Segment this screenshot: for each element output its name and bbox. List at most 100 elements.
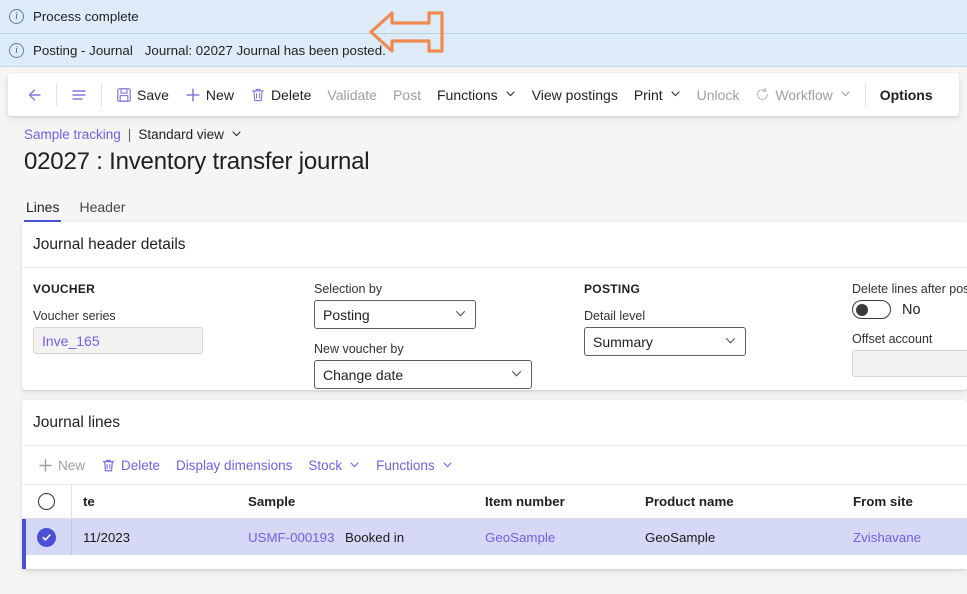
- row-select-cell: [22, 519, 72, 555]
- table-row[interactable]: 11/2023 USMF-000193 Booked in GeoSample …: [22, 519, 967, 555]
- notification-title: Process complete: [33, 9, 139, 24]
- voucher-series-input[interactable]: Inve_165: [33, 327, 203, 354]
- column-header-date[interactable]: te: [72, 494, 237, 509]
- view-selector[interactable]: Standard view: [138, 127, 242, 142]
- lines-stock-menu-button[interactable]: Stock: [300, 451, 368, 479]
- delete-lines-after-posting-toggle-row: No: [852, 300, 967, 319]
- column-header-from-site[interactable]: From site: [842, 494, 967, 509]
- delete-button[interactable]: Delete: [242, 79, 319, 110]
- notification-bar: i Process complete i Posting - Journal J…: [0, 0, 967, 67]
- lines-command-label: Display dimensions: [176, 457, 293, 473]
- new-voucher-by-label: New voucher by: [314, 342, 404, 356]
- save-icon: [116, 87, 132, 103]
- offset-account-input[interactable]: [852, 350, 967, 377]
- offset-account-label: Offset account: [852, 332, 933, 346]
- cell-from-site[interactable]: Zvishavane: [842, 530, 967, 545]
- voucher-series-label: Voucher series: [33, 309, 116, 323]
- journal-header-details-title: Journal header details: [22, 222, 967, 268]
- back-button[interactable]: [18, 79, 50, 110]
- cell-sample[interactable]: USMF-000193: [237, 530, 334, 545]
- lines-new-button: New: [30, 451, 93, 479]
- notification-title: Posting - Journal: [33, 42, 133, 58]
- tab-list: Lines Header: [24, 197, 943, 222]
- command-label: Unlock: [696, 86, 740, 103]
- row-checkbox-checked[interactable]: [37, 527, 56, 547]
- new-voucher-by-select[interactable]: Change date: [314, 360, 532, 389]
- tab-header[interactable]: Header: [77, 197, 127, 222]
- chevron-down-icon: [505, 88, 516, 101]
- delete-lines-after-posting-toggle[interactable]: [852, 300, 891, 319]
- chevron-down-icon: [670, 88, 681, 101]
- plus-icon: [185, 87, 201, 103]
- journal-header-details-card: Journal header details VOUCHER Voucher s…: [22, 222, 967, 390]
- voucher-group-heading: VOUCHER: [33, 282, 96, 296]
- command-bar: Save New Delete Validate Post Functions: [8, 73, 959, 116]
- detail-level-value: Summary: [593, 333, 653, 350]
- post-button: Post: [385, 79, 429, 110]
- selection-group: Selection by Posting New voucher by Chan…: [314, 282, 544, 389]
- chevron-down-icon: [840, 88, 851, 101]
- command-label: View postings: [531, 86, 618, 103]
- journal-lines-card: Journal lines New Delete Display dimensi…: [22, 400, 967, 569]
- chevron-down-icon: [349, 459, 360, 472]
- command-label: Validate: [327, 86, 377, 103]
- lines-command-label: New: [58, 457, 86, 473]
- posting-options-group: Delete lines after posting No Offset acc…: [852, 282, 967, 377]
- selection-by-select[interactable]: Posting: [314, 300, 476, 329]
- cell-status[interactable]: Booked in: [334, 530, 474, 545]
- tab-lines[interactable]: Lines: [24, 197, 62, 222]
- journal-lines-title: Journal lines: [22, 400, 967, 446]
- view-selector-label: Standard view: [138, 127, 224, 142]
- chevron-down-icon: [231, 128, 242, 141]
- workflow-icon: [755, 87, 770, 102]
- command-label: Options: [879, 86, 933, 103]
- toolbar-divider: [101, 83, 102, 106]
- notification-process-complete: i Process complete: [0, 0, 967, 33]
- column-header-product-name[interactable]: Product name: [634, 494, 842, 509]
- lines-functions-menu-button[interactable]: Functions: [368, 451, 461, 479]
- detail-level-label: Detail level: [584, 309, 646, 323]
- tab-label: Header: [79, 199, 126, 215]
- command-label: Workflow: [775, 86, 833, 103]
- posting-group: POSTING Detail level Summary: [584, 282, 814, 356]
- cell-item-number[interactable]: GeoSample: [474, 530, 634, 545]
- cell-product-name[interactable]: GeoSample: [634, 530, 842, 545]
- save-button[interactable]: Save: [108, 79, 177, 110]
- notification-detail: Journal: 02027 Journal has been posted.: [144, 42, 386, 58]
- unlock-button: Unlock: [689, 79, 748, 110]
- detail-level-select[interactable]: Summary: [584, 327, 746, 356]
- functions-menu-button[interactable]: Functions: [429, 79, 524, 110]
- workflow-menu-button: Workflow: [747, 79, 858, 110]
- lines-command-label: Functions: [376, 457, 435, 473]
- command-label: Save: [137, 86, 169, 103]
- toggle-knob: [856, 303, 868, 316]
- command-label: New: [205, 86, 234, 103]
- posting-group-heading: POSTING: [584, 282, 641, 296]
- breadcrumb: Sample tracking | Standard view: [24, 127, 943, 142]
- select-all-checkbox[interactable]: [38, 493, 55, 510]
- command-label: Functions: [436, 86, 498, 103]
- column-header-item-number[interactable]: Item number: [474, 494, 634, 509]
- arrow-left-icon: [25, 86, 43, 104]
- trash-icon: [101, 458, 116, 473]
- command-bar-container: Save New Delete Validate Post Functions: [0, 67, 967, 116]
- options-button[interactable]: Options: [872, 79, 941, 110]
- column-header-sample[interactable]: Sample: [237, 494, 334, 509]
- chevron-down-icon: [724, 334, 737, 350]
- grid-header-row: te Sample Item number Product name From …: [22, 485, 967, 519]
- info-icon: i: [9, 42, 24, 58]
- breadcrumb-parent-link[interactable]: Sample tracking: [24, 127, 121, 142]
- grid-empty-row: [22, 555, 967, 569]
- view-postings-button[interactable]: View postings: [524, 79, 626, 110]
- lines-delete-button[interactable]: Delete: [93, 451, 168, 479]
- new-button[interactable]: New: [177, 79, 242, 110]
- lines-command-label: Delete: [121, 457, 161, 473]
- page-header: Sample tracking | Standard view 02027 : …: [0, 116, 967, 222]
- show-navigation-button[interactable]: [63, 79, 95, 110]
- tab-label: Lines: [26, 199, 60, 215]
- cell-date[interactable]: 11/2023: [72, 530, 237, 545]
- delete-lines-after-posting-label: Delete lines after posting: [852, 282, 967, 296]
- lines-display-dimensions-button[interactable]: Display dimensions: [168, 451, 300, 479]
- validate-button: Validate: [319, 79, 385, 110]
- print-menu-button[interactable]: Print: [626, 79, 689, 110]
